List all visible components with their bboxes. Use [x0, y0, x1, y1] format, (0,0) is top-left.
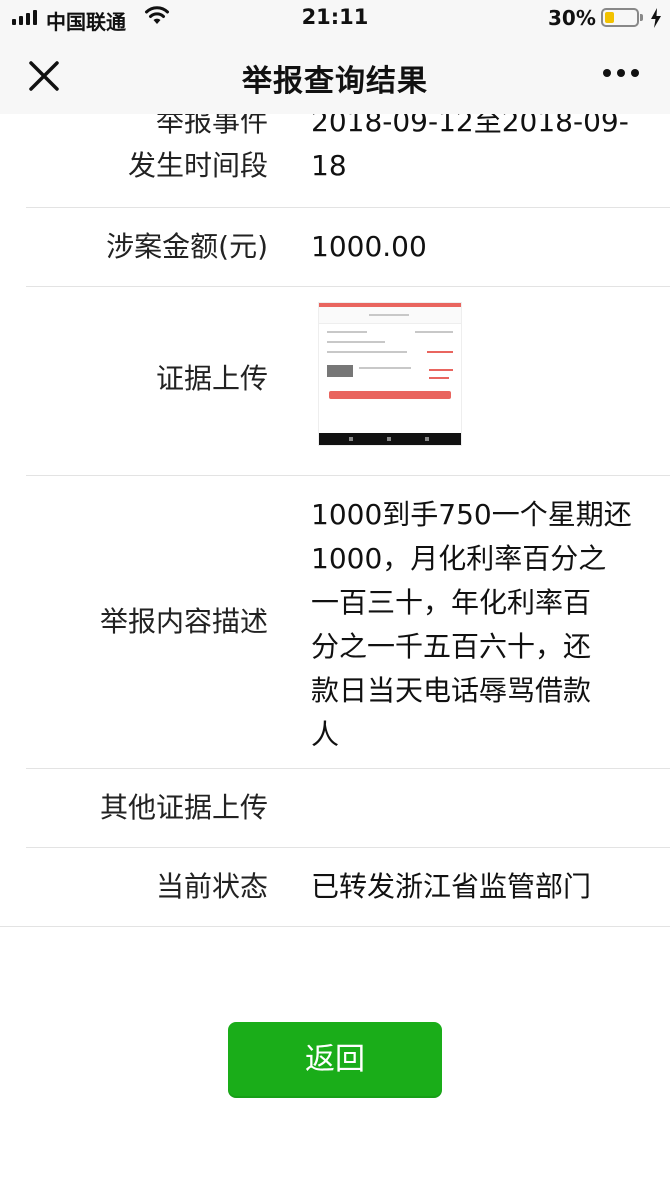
other-evidence-label: 其他证据上传	[99, 791, 268, 824]
report-description-value: 1000到手750一个星期还 1000，月化利率百分之 一百三十，年化利率百 分…	[311, 498, 632, 751]
incident-period-value: 2018-09-12至2018-09- 18	[311, 114, 629, 182]
more-dots-icon[interactable]	[603, 69, 639, 77]
report-description-label: 举报内容描述	[99, 605, 268, 638]
charging-bolt-icon	[651, 8, 661, 28]
row-evidence-upload: 证据上传	[0, 287, 670, 475]
battery-fill	[605, 12, 614, 23]
nav-bar: 举报查询结果	[0, 36, 670, 114]
row-amount: 涉案金额(元) 1000.00	[0, 208, 670, 286]
evidence-image-thumbnail[interactable]	[319, 303, 461, 445]
result-list: 举报事件 发生时间段 2018-09-12至2018-09- 18 涉案金额(元…	[0, 114, 670, 1196]
row-incident-period: 举报事件 发生时间段 2018-09-12至2018-09- 18	[0, 114, 670, 208]
row-other-evidence: 其他证据上传	[0, 769, 670, 847]
battery-icon	[601, 8, 643, 27]
current-status-label: 当前状态	[155, 870, 268, 903]
incident-period-label: 举报事件 发生时间段	[127, 114, 268, 182]
row-current-status: 当前状态 已转发浙江省监管部门	[0, 848, 670, 926]
page-title: 举报查询结果	[242, 64, 428, 99]
amount-value: 1000.00	[311, 230, 427, 263]
current-status-value: 已转发浙江省监管部门	[311, 870, 592, 903]
status-bar: 中国联通 21:11 30%	[0, 0, 670, 36]
divider	[0, 926, 670, 927]
back-button[interactable]: 返回	[228, 1022, 442, 1098]
amount-label: 涉案金额(元)	[106, 230, 268, 263]
row-report-description: 举报内容描述 1000到手750一个星期还 1000，月化利率百分之 一百三十，…	[0, 476, 670, 768]
battery-percent: 30%	[548, 6, 596, 30]
evidence-upload-label: 证据上传	[155, 362, 268, 395]
